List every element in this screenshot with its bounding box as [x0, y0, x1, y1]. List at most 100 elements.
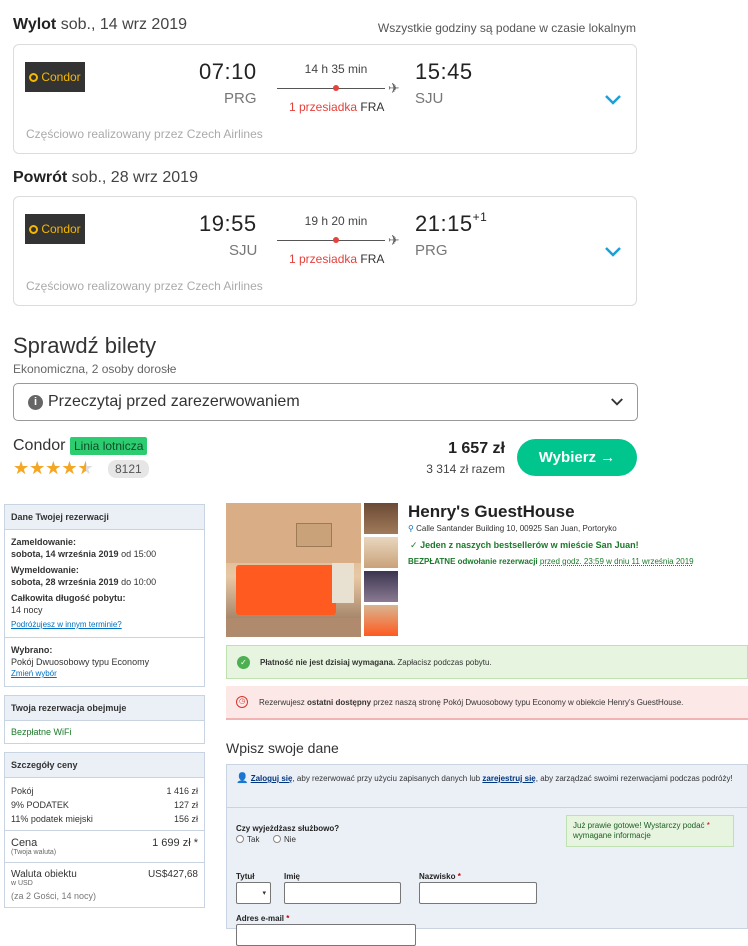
- payment-rest: Zapłacisz podczas pobytu.: [397, 658, 492, 667]
- condor-logo: Condor: [25, 214, 85, 244]
- total-value: 1 699 zł *: [152, 837, 198, 849]
- info-icon: i: [28, 395, 43, 410]
- read-before-label: Przeczytaj przed zarezerwowaniem: [48, 393, 300, 410]
- read-before-booking-dropdown[interactable]: i Przeczytaj przed zarezerwowaniem: [13, 383, 638, 421]
- route-line: [277, 240, 385, 241]
- email-label: Adres e-mail *: [236, 914, 290, 923]
- change-choice-link[interactable]: Zmień wybór: [11, 669, 57, 678]
- rating-stars: ★★★★★ ★★★★★: [13, 458, 94, 479]
- return-date: sob., 28 wrz 2019: [71, 169, 198, 186]
- guest-details-form: 👤 Zaloguj się, aby rezerwować przy użyci…: [226, 764, 748, 946]
- local-currency-value: US$427,68: [147, 869, 198, 880]
- includes-item: Bezpłatne WiFi: [11, 727, 72, 737]
- tickets-title: Sprawdź bilety: [13, 333, 157, 358]
- stop-count: 1 przesiadka: [289, 252, 358, 266]
- hint-text-2: wymagane informacje: [573, 831, 651, 840]
- title-select[interactable]: ▾: [236, 882, 271, 904]
- condor-logo: Condor: [25, 62, 85, 92]
- airline-logo-text: Condor: [41, 70, 81, 84]
- last-name-label-text: Nazwisko: [419, 872, 456, 881]
- price-details-title: Szczegóły ceny: [5, 753, 204, 778]
- ticket-price: 1 657 zł: [448, 440, 505, 457]
- hotel-name[interactable]: Henry's GuestHouse: [408, 502, 575, 522]
- arrival-time: 21:15+1: [415, 210, 487, 237]
- stay-value: 14 nocy: [11, 605, 43, 615]
- payment-message: ✓ Płatność nie jest dzisiaj wymagana. Za…: [226, 645, 748, 679]
- hotel-main-photo[interactable]: [226, 503, 361, 637]
- chosen-label: Wybrano:: [11, 645, 53, 655]
- flight-duration: 19 h 20 min: [304, 214, 368, 228]
- radio-no[interactable]: Nie: [273, 835, 296, 844]
- check-icon: ✓: [410, 540, 418, 550]
- last-name-input[interactable]: [419, 882, 537, 904]
- chevron-down-icon[interactable]: [605, 247, 621, 257]
- booking-sidebar: Dane Twojej rezerwacji Zameldowanie: sob…: [4, 504, 205, 908]
- checkout-label: Wymeldowanie:: [11, 565, 79, 575]
- dresser: [332, 563, 354, 603]
- stop-info: 1 przesiadka FRA: [289, 100, 384, 114]
- departure-code: SJU: [229, 242, 258, 259]
- map-pin-icon: ⚲: [408, 524, 414, 533]
- booking-details-title: Dane Twojej rezerwacji: [5, 505, 204, 530]
- hotel-thumbnail[interactable]: [364, 571, 398, 602]
- login-mid: , aby rezerwować przy użyciu zapisanych …: [292, 774, 481, 783]
- outbound-flight-card[interactable]: Condor 07:10 PRG 14 h 35 min ✈ 1 przesia…: [13, 44, 637, 154]
- timezone-note: Wszystkie godziny są podane w czasie lok…: [377, 21, 636, 35]
- checkin-date: sobota, 14 września 2019: [11, 549, 119, 559]
- select-button[interactable]: Wybierz →: [517, 439, 637, 476]
- login-link[interactable]: Zaloguj się: [251, 774, 293, 783]
- stay-label: Całkowita długość pobytu:: [11, 593, 126, 603]
- last-rest: przez naszą stronę Pokój Dwuosobowy typu…: [373, 698, 684, 707]
- change-dates-link[interactable]: Podróżujesz w innym terminie?: [11, 620, 122, 629]
- operated-by: Częściowo realizowany przez Czech Airlin…: [26, 279, 263, 293]
- hotel-thumbnail[interactable]: [364, 605, 398, 636]
- radio-yes-label: Tak: [247, 835, 260, 844]
- picture-frame: [296, 523, 332, 547]
- title-label: Tytuł: [236, 872, 255, 881]
- return-label: Powrót: [13, 169, 68, 186]
- review-count: 8121: [108, 460, 149, 478]
- hotel-thumbnail[interactable]: [364, 503, 398, 534]
- local-currency-sub: w USD: [11, 880, 33, 887]
- bestseller-text: Jeden z naszych bestsellerów w mieście S…: [420, 540, 639, 550]
- stop-dot: [333, 237, 339, 243]
- last-bold: ostatni dostępny: [307, 698, 372, 707]
- flight-duration: 14 h 35 min: [304, 62, 368, 76]
- register-link[interactable]: zarejestruj się: [482, 774, 535, 783]
- return-flight-card[interactable]: Condor 19:55 SJU 19 h 20 min ✈ 1 przesia…: [13, 196, 637, 306]
- includes-title: Twoja rezerwacja obejmuje: [5, 696, 204, 721]
- checkout-time: do 10:00: [121, 577, 157, 587]
- stop-airport: FRA: [360, 252, 385, 266]
- hotel-address: ⚲ Calle Santander Building 10, 00925 San…: [408, 524, 617, 533]
- price-details-box: Szczegóły ceny Pokój 1 416 zł 9% PODATEK 1…: [4, 752, 205, 908]
- user-icon: 👤: [236, 773, 249, 784]
- form-title: Wpisz swoje dane: [226, 740, 339, 756]
- plane-icon: ✈: [388, 80, 400, 96]
- dropdown-arrow-icon: ▾: [262, 890, 266, 897]
- airline-logo-text: Condor: [41, 222, 81, 236]
- login-prompt: 👤 Zaloguj się, aby rezerwować przy użyci…: [236, 773, 736, 784]
- chosen-room: Pokój Dwuosobowy typu Economy: [11, 657, 150, 667]
- chevron-down-icon[interactable]: [605, 95, 621, 105]
- radio-yes[interactable]: Tak: [236, 835, 259, 844]
- ticket-total: 3 314 zł razem: [426, 462, 505, 476]
- hotel-address-text: Calle Santander Building 10, 00925 San J…: [416, 524, 617, 533]
- last-pre: Rezerwujesz: [259, 698, 305, 707]
- arrival-time-text: 15:45: [415, 59, 473, 84]
- checkin-label: Zameldowanie:: [11, 537, 77, 547]
- hotel-thumbnail[interactable]: [364, 537, 398, 568]
- local-currency-label: Waluta obiektu: [11, 869, 77, 880]
- total-label: Cena: [11, 837, 38, 849]
- wall: [226, 503, 361, 563]
- first-name-input[interactable]: [284, 882, 401, 904]
- hint-text: Już prawie gotowe! Wystarczy podać: [573, 821, 705, 830]
- stop-info: 1 przesiadka FRA: [289, 252, 384, 266]
- first-name-label: Imię: [284, 872, 301, 881]
- payment-icon: ✓: [237, 656, 250, 669]
- price-row: 11% podatek miejski 156 zł: [11, 814, 198, 824]
- arrival-code: SJU: [415, 90, 444, 107]
- stop-airport: FRA: [360, 100, 385, 114]
- departure-time: 07:10: [199, 59, 257, 84]
- email-input[interactable]: [236, 924, 416, 946]
- login-end: , aby zarządzać swoimi rezerwacjami podc…: [535, 774, 733, 783]
